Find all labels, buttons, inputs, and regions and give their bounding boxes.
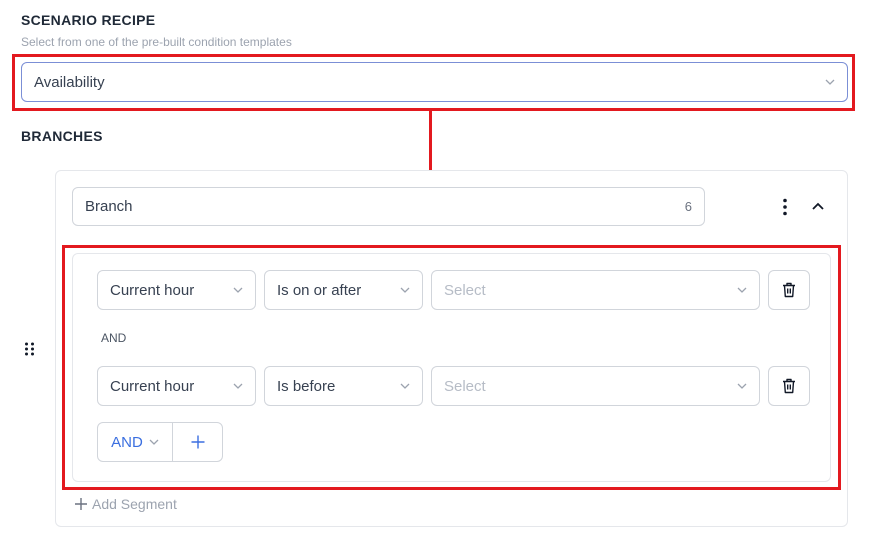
condition-operator-value: Is before: [277, 377, 336, 395]
scenario-recipe-title: SCENARIO RECIPE: [21, 12, 156, 28]
condition-value-placeholder: Select: [444, 281, 486, 299]
chevron-down-icon: [149, 439, 159, 445]
join-operator-select[interactable]: AND: [98, 423, 173, 461]
add-condition-button[interactable]: [173, 423, 222, 461]
condition-joiner-label: AND: [101, 331, 127, 345]
condition-field-select[interactable]: Current hour: [97, 366, 256, 406]
condition-field-select[interactable]: Current hour: [97, 270, 256, 310]
condition-operator-select[interactable]: Is on or after: [264, 270, 423, 310]
scenario-recipe-select[interactable]: Availability: [21, 62, 848, 102]
condition-value-select[interactable]: Select: [431, 270, 760, 310]
condition-field-value: Current hour: [110, 377, 195, 395]
chevron-down-icon: [400, 383, 410, 389]
chevron-up-icon[interactable]: [811, 201, 825, 211]
chevron-down-icon: [825, 79, 835, 85]
add-segment-label: Add Segment: [92, 496, 177, 512]
trash-icon: [783, 282, 795, 298]
delete-condition-button[interactable]: [768, 270, 810, 310]
branch-name-input[interactable]: Branch 6: [72, 187, 705, 226]
add-condition-group: AND: [97, 422, 223, 462]
branch-name-value: Branch: [85, 198, 133, 215]
condition-operator-value: Is on or after: [277, 281, 362, 299]
scenario-recipe-description: Select from one of the pre-built conditi…: [21, 35, 292, 49]
chevron-down-icon: [233, 287, 243, 293]
condition-value-select[interactable]: Select: [431, 366, 760, 406]
join-operator-label: AND: [111, 433, 143, 451]
condition-field-value: Current hour: [110, 281, 195, 299]
branch-name-char-count: 6: [684, 199, 692, 214]
chevron-down-icon: [400, 287, 410, 293]
plus-icon: [75, 498, 87, 510]
delete-condition-button[interactable]: [768, 366, 810, 406]
chevron-down-icon: [233, 383, 243, 389]
kebab-menu-icon[interactable]: [780, 198, 790, 216]
chevron-down-icon: [737, 287, 747, 293]
branches-title: BRANCHES: [21, 128, 103, 144]
chevron-down-icon: [737, 383, 747, 389]
trash-icon: [783, 378, 795, 394]
scenario-recipe-value: Availability: [34, 73, 105, 91]
add-segment-button[interactable]: Add Segment: [74, 496, 177, 512]
plus-icon: [191, 435, 204, 449]
condition-value-placeholder: Select: [444, 377, 486, 395]
condition-operator-select[interactable]: Is before: [264, 366, 423, 406]
drag-handle-icon[interactable]: [24, 342, 36, 356]
